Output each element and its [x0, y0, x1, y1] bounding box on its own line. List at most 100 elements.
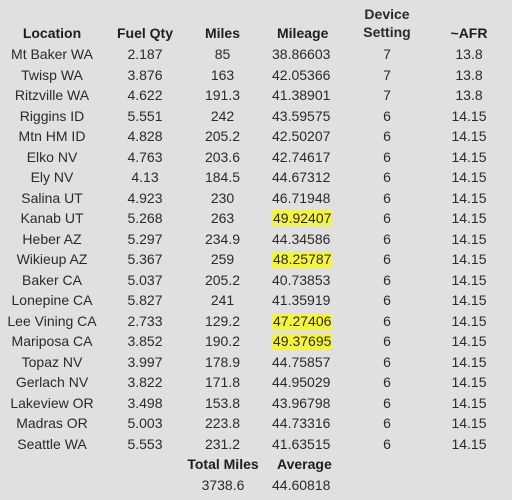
fuel-qty-cell: 3.498 — [127, 394, 163, 411]
miles-cell: 190.2 — [204, 333, 241, 349]
afr-cell: 14.15 — [451, 415, 487, 431]
fuel-qty-cell: 5.551 — [127, 107, 163, 124]
mileage-cell: 42.74617 — [272, 148, 331, 165]
miles-cell: 85 — [214, 46, 231, 62]
summary-label-row: Total Miles Average — [0, 454, 512, 475]
location-cell: Lakeview OR — [10, 394, 94, 411]
location-cell: Mariposa CA — [11, 333, 93, 349]
fuel-qty-cell: 3.997 — [127, 353, 163, 370]
mileage-cell: 46.71948 — [272, 189, 331, 206]
location-cell: Elko NV — [26, 148, 78, 165]
miles-cell: 153.8 — [204, 394, 241, 411]
miles-cell: 163 — [210, 66, 235, 83]
location-cell: Baker CA — [22, 271, 82, 288]
afr-cell: 14.15 — [451, 128, 487, 144]
header-miles: Miles — [204, 25, 240, 41]
header-location: Location — [22, 25, 82, 41]
table-row: Madras OR 5.003 223.8 44.73316 6 14.15 — [0, 413, 512, 434]
device-setting-cell: 6 — [383, 374, 391, 390]
afr-cell: 14.15 — [451, 374, 487, 390]
fuel-qty-cell: 5.367 — [127, 251, 163, 267]
fuel-qty-cell: 4.828 — [127, 128, 163, 144]
afr-cell: 14.15 — [451, 435, 487, 452]
miles-cell: 263 — [210, 210, 235, 226]
table-row: Mtn HM ID 4.828 205.2 42.50207 6 14.15 — [0, 126, 512, 147]
location-cell: Topaz NV — [21, 353, 83, 370]
device-setting-cell: 7 — [383, 87, 391, 103]
device-setting-cell: 6 — [383, 148, 391, 165]
device-setting-cell: 6 — [383, 415, 391, 431]
mileage-cell: 41.38901 — [272, 87, 331, 103]
table-row: Heber AZ 5.297 234.9 44.34586 6 14.15 — [0, 229, 512, 250]
device-setting-cell: 6 — [383, 251, 391, 267]
fuel-qty-cell: 4.923 — [127, 189, 163, 206]
afr-cell: 13.8 — [455, 46, 483, 62]
afr-cell: 14.15 — [451, 251, 487, 267]
fuel-qty-cell: 4.622 — [127, 87, 163, 103]
location-cell: Seattle WA — [17, 435, 87, 452]
mileage-cell: 38.86603 — [272, 46, 331, 62]
highlighted-mileage: 48.25787 — [272, 251, 333, 267]
location-cell: Mt Baker WA — [11, 46, 93, 62]
table-row: Lee Vining CA 2.733 129.2 47.27406 6 14.15 — [0, 311, 512, 332]
fuel-qty-cell: 4.763 — [127, 148, 163, 165]
afr-cell: 14.15 — [451, 107, 487, 124]
location-cell: Salina UT — [21, 189, 83, 206]
device-setting-cell: 6 — [383, 271, 391, 288]
header-afr: ~AFR — [450, 25, 488, 41]
table-row: Ritzville WA 4.622 191.3 41.38901 7 13.8 — [0, 85, 512, 106]
fuel-qty-cell: 3.852 — [127, 333, 163, 349]
device-setting-cell: 6 — [383, 292, 391, 308]
fuel-qty-cell: 3.822 — [127, 374, 163, 390]
mileage-cell: 42.05366 — [272, 66, 331, 83]
location-cell: Madras OR — [16, 415, 88, 431]
afr-cell: 14.15 — [451, 189, 487, 206]
location-cell: Kanab UT — [20, 210, 84, 226]
mileage-cell: 43.59575 — [272, 107, 331, 124]
total-miles-value: 3738.6 — [201, 477, 245, 493]
fuel-qty-cell: 5.553 — [127, 435, 163, 452]
miles-cell: 230 — [210, 189, 235, 206]
mileage-cell: 44.75857 — [272, 353, 331, 370]
afr-cell: 13.8 — [455, 66, 483, 83]
miles-cell: 184.5 — [204, 169, 241, 185]
mileage-cell: 43.96798 — [272, 394, 331, 411]
device-setting-cell: 6 — [383, 435, 391, 452]
table-row: Topaz NV 3.997 178.9 44.75857 6 14.15 — [0, 352, 512, 373]
mileage-cell: 44.67312 — [272, 169, 331, 185]
mileage-cell: 41.35919 — [272, 292, 331, 308]
mileage-cell: 44.73316 — [272, 415, 331, 431]
afr-cell: 14.15 — [451, 148, 487, 165]
miles-cell: 241 — [210, 292, 235, 308]
fuel-qty-cell: 3.876 — [127, 66, 163, 83]
device-setting-cell: 6 — [383, 230, 391, 247]
table-row: Elko NV 4.763 203.6 42.74617 6 14.15 — [0, 147, 512, 168]
afr-cell: 14.15 — [451, 210, 487, 226]
header-fuel-qty: Fuel Qty — [116, 25, 173, 41]
table-row: Riggins ID 5.551 242 43.59575 6 14.15 — [0, 106, 512, 127]
afr-cell: 14.15 — [451, 333, 487, 349]
miles-cell: 242 — [210, 107, 235, 124]
table-row: Lakeview OR 3.498 153.8 43.96798 6 14.15 — [0, 393, 512, 414]
fuel-qty-cell: 4.13 — [131, 169, 159, 185]
afr-cell: 13.8 — [455, 87, 483, 103]
mileage-cell: 48.25787 — [272, 249, 352, 270]
miles-cell: 171.8 — [204, 374, 241, 390]
mileage-cell: 41.63515 — [272, 435, 331, 452]
location-cell: Wikieup AZ — [16, 251, 88, 267]
highlighted-mileage: 49.37695 — [272, 333, 333, 349]
device-setting-cell: 6 — [383, 210, 391, 226]
header-device-line1: Device — [364, 6, 410, 22]
table-row: Mt Baker WA 2.187 85 38.86603 7 13.8 — [0, 44, 512, 65]
miles-cell: 178.9 — [204, 353, 241, 370]
device-setting-cell: 6 — [383, 353, 391, 370]
mileage-cell: 42.50207 — [272, 128, 331, 144]
miles-cell: 234.9 — [204, 230, 241, 247]
fuel-qty-cell: 2.733 — [127, 312, 163, 329]
table-row: Twisp WA 3.876 163 42.05366 7 13.8 — [0, 65, 512, 86]
fuel-qty-cell: 2.187 — [127, 46, 163, 62]
table-row: Wikieup AZ 5.367 259 48.25787 6 14.15 — [0, 249, 512, 270]
miles-cell: 191.3 — [204, 87, 241, 103]
header-row: Location Fuel Qty Miles Mileage ~AFR — [0, 23, 512, 44]
device-setting-cell: 6 — [383, 107, 391, 124]
